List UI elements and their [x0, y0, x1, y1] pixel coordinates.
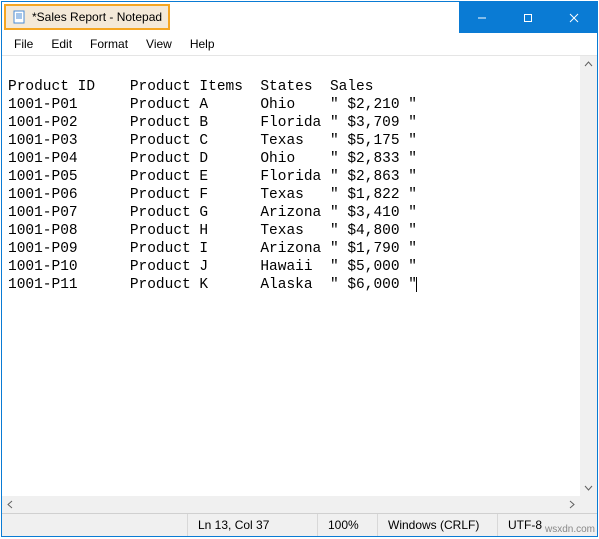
menu-view[interactable]: View: [138, 35, 180, 53]
window-title: *Sales Report - Notepad: [32, 10, 162, 24]
scroll-left-arrow-icon[interactable]: [2, 496, 19, 513]
titlebar: *Sales Report - Notepad: [2, 2, 597, 33]
status-cursor-position: Ln 13, Col 37: [187, 514, 317, 536]
text-editor[interactable]: Product ID Product Items States Sales 10…: [2, 56, 580, 496]
watermark: wsxdn.com: [545, 524, 595, 535]
status-zoom: 100%: [317, 514, 377, 536]
close-button[interactable]: [551, 2, 597, 33]
menu-file[interactable]: File: [6, 35, 41, 53]
scroll-right-arrow-icon[interactable]: [563, 496, 580, 513]
menu-format[interactable]: Format: [82, 35, 136, 53]
titlebar-spacer[interactable]: [170, 2, 459, 33]
editor-area: Product ID Product Items States Sales 10…: [2, 55, 597, 513]
vertical-scroll-track[interactable]: [580, 73, 597, 479]
horizontal-scroll-track[interactable]: [19, 496, 563, 513]
vertical-scrollbar[interactable]: [580, 56, 597, 496]
status-spacer: [2, 514, 187, 536]
menu-edit[interactable]: Edit: [43, 35, 80, 53]
maximize-button[interactable]: [505, 2, 551, 33]
statusbar: Ln 13, Col 37 100% Windows (CRLF) UTF-8: [2, 513, 597, 536]
notepad-window: *Sales Report - Notepad File Edit Format…: [1, 1, 598, 537]
menu-help[interactable]: Help: [182, 35, 223, 53]
title-highlight-annotation: *Sales Report - Notepad: [4, 4, 170, 30]
menubar: File Edit Format View Help: [2, 33, 597, 55]
minimize-button[interactable]: [459, 2, 505, 33]
scroll-up-arrow-icon[interactable]: [580, 56, 597, 73]
scrollbar-corner: [580, 496, 597, 513]
scroll-down-arrow-icon[interactable]: [580, 479, 597, 496]
window-controls: [459, 2, 597, 33]
status-line-ending: Windows (CRLF): [377, 514, 497, 536]
text-caret: [416, 277, 417, 292]
notepad-app-icon: [12, 10, 26, 24]
horizontal-scrollbar[interactable]: [2, 496, 580, 513]
